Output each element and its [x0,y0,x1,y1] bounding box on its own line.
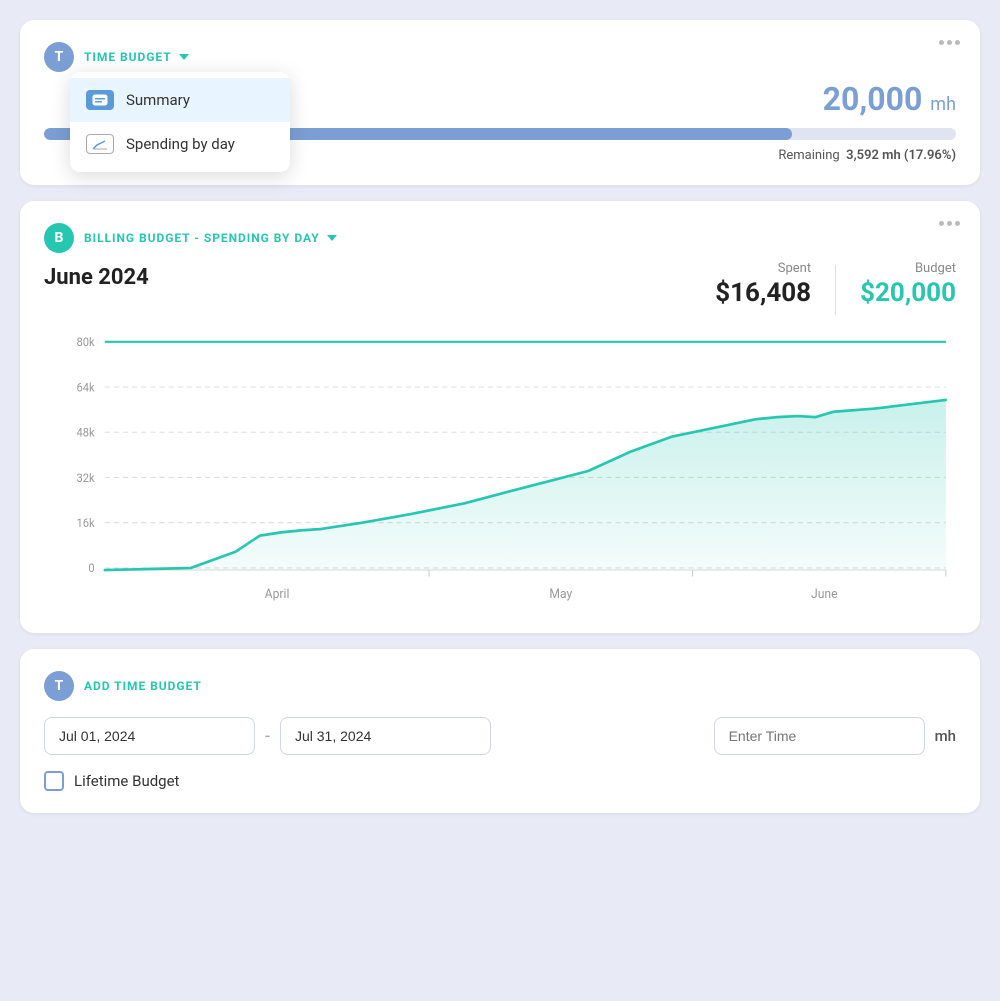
billing-chevron-icon[interactable] [327,235,337,241]
svg-text:June: June [811,587,838,602]
billing-spent: Spent $16,408 [715,261,811,308]
dropdown-spending-label: Spending by day [126,135,235,153]
time-budget-badge: T [44,42,74,72]
time-budget-header: T TIME BUDGET [44,42,956,72]
dot-1 [939,221,944,226]
svg-text:0: 0 [88,561,94,575]
summary-icon [86,90,114,110]
billing-stats-row: June 2024 Spent $16,408 Budget $20,000 [44,261,956,315]
spent-value: $16,408 [715,278,811,308]
svg-text:64k: 64k [76,380,94,394]
billing-stats: Spent $16,408 Budget $20,000 [715,261,956,315]
more-options-button[interactable] [939,40,960,45]
billing-budget: Budget $20,000 [860,261,956,308]
svg-text:16k: 16k [76,516,94,530]
add-budget-title: ADD TIME BUDGET [84,679,202,693]
time-budget-card: T TIME BUDGET Summary Spending by day [20,20,980,185]
billing-chart: 80k 64k 48k 32k 16k 0 April May June [44,331,956,611]
end-date-input[interactable] [280,717,491,755]
billing-title-text: BILLING BUDGET - SPENDING BY DAY [84,231,320,245]
dot-1 [939,40,944,45]
chart-bar-icon [86,134,114,154]
dropdown-item-spending-by-day[interactable]: Spending by day [70,122,290,166]
chevron-down-icon[interactable] [179,54,189,60]
svg-text:May: May [549,587,572,602]
lifetime-checkbox[interactable] [44,771,64,791]
dropdown-summary-label: Summary [126,91,190,109]
view-dropdown-menu: Summary Spending by day [70,72,290,172]
svg-text:80k: 80k [76,335,94,349]
budget-label: Budget [860,261,956,276]
budget-value: $20,000 [860,278,956,308]
dot-3 [955,40,960,45]
lifetime-label: Lifetime Budget [74,772,179,790]
billing-date: June 2024 [44,265,149,290]
dot-2 [947,40,952,45]
dot-3 [955,221,960,226]
billing-budget-card: B BILLING BUDGET - SPENDING BY DAY June … [20,201,980,633]
billing-budget-header: B BILLING BUDGET - SPENDING BY DAY [44,223,956,253]
add-budget-date-row: - mh [44,717,956,755]
add-budget-title-text: ADD TIME BUDGET [84,679,202,693]
billing-title: BILLING BUDGET - SPENDING BY DAY [84,231,337,245]
time-budget-unit: mh [930,94,956,115]
lifetime-row: Lifetime Budget [44,771,956,791]
chart-svg: 80k 64k 48k 32k 16k 0 April May June [44,331,956,611]
svg-text:48k: 48k [76,425,94,439]
date-separator: - [265,726,270,747]
svg-text:32k: 32k [76,470,94,484]
spent-label: Spent [715,261,811,276]
time-budget-title: TIME BUDGET [84,50,189,64]
svg-text:April: April [265,587,290,602]
billing-divider [835,265,836,315]
remaining-label: Remaining [778,148,839,163]
dot-2 [947,221,952,226]
time-budget-value: 20,000 [823,80,923,118]
billing-more-options[interactable] [939,221,960,226]
time-unit-label: mh [935,727,956,745]
add-time-budget-card: T ADD TIME BUDGET - mh Lifetime Budget [20,649,980,813]
time-input[interactable] [714,717,925,755]
start-date-input[interactable] [44,717,255,755]
billing-badge: B [44,223,74,253]
remaining-value: 3,592 mh (17.96%) [846,148,956,163]
add-budget-header: T ADD TIME BUDGET [44,671,956,701]
time-budget-title-text: TIME BUDGET [84,50,172,64]
dropdown-item-summary[interactable]: Summary [70,78,290,122]
add-budget-badge: T [44,671,74,701]
chart-area-fill [105,400,946,570]
